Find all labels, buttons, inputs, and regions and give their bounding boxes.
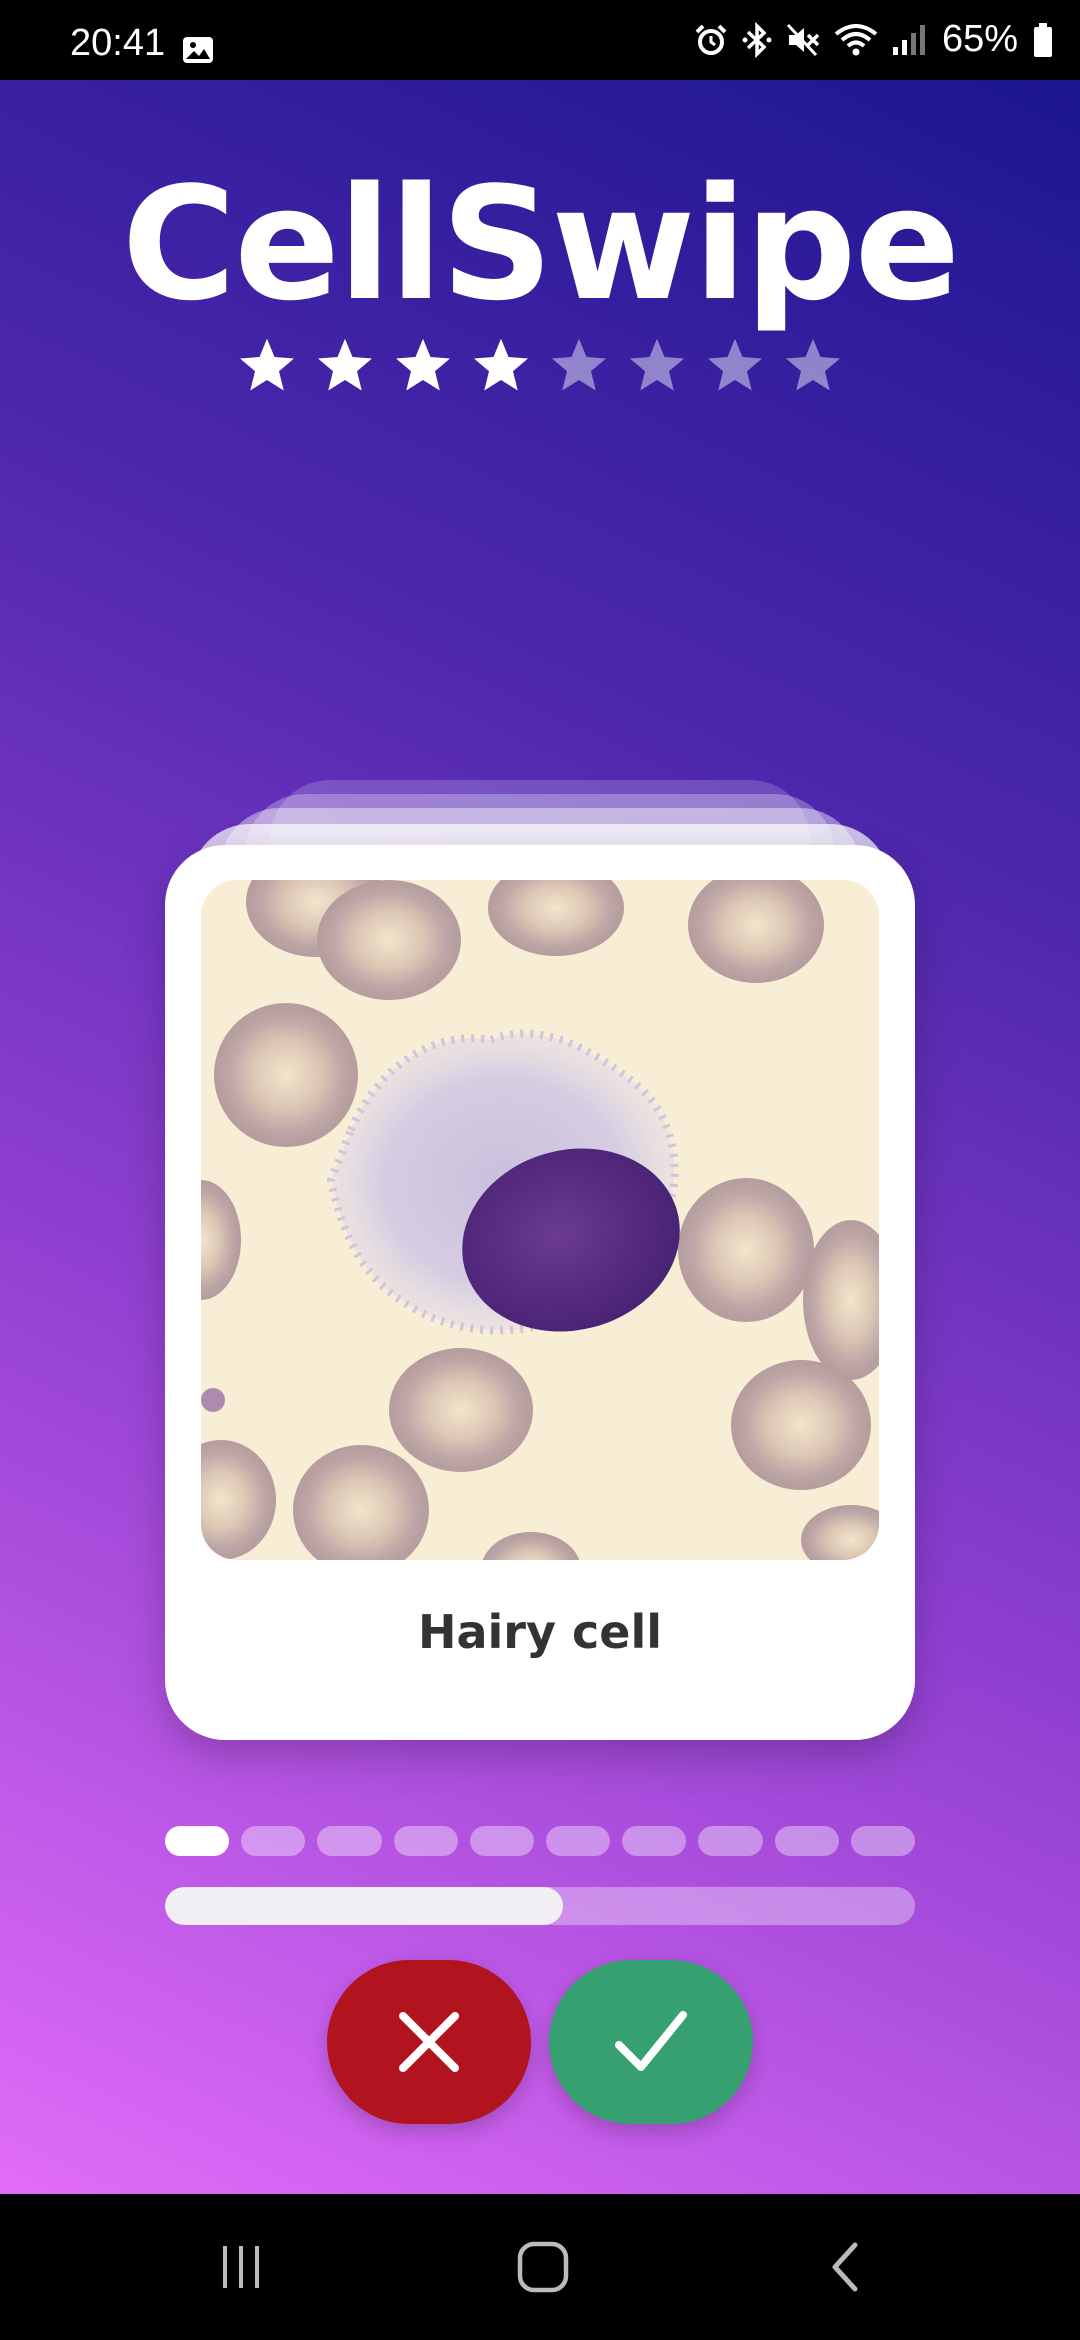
page-dot — [546, 1826, 611, 1856]
progress-bar — [165, 1887, 915, 1925]
page-dot — [317, 1826, 382, 1856]
star-icon — [318, 338, 372, 391]
star-outline-icon — [552, 338, 606, 391]
check-icon — [615, 2011, 687, 2071]
recents-button[interactable] — [181, 2194, 301, 2340]
page-dot — [165, 1826, 230, 1856]
wifi-icon — [834, 23, 878, 55]
cell-card[interactable]: Hairy cell — [165, 845, 915, 1740]
recents-icon — [223, 2246, 259, 2288]
star-icon — [240, 338, 294, 391]
page-dot — [469, 1826, 535, 1856]
card-stack: Hairy cell — [165, 700, 915, 1740]
cell-name: Hairy cell — [418, 1605, 662, 1659]
reject-button[interactable] — [327, 1960, 531, 2124]
page-dot — [622, 1826, 687, 1856]
home-icon — [517, 2241, 569, 2293]
status-time: 20:41 — [70, 22, 166, 64]
accept-button[interactable] — [549, 1960, 753, 2124]
star-icon — [396, 338, 450, 391]
app-screen: CellSwipe Hairy cell — [0, 80, 1080, 2194]
home-button[interactable] — [483, 2194, 603, 2340]
signal-icon — [892, 24, 925, 55]
page-dot — [241, 1826, 306, 1856]
page-dot — [850, 1826, 916, 1856]
star-outline-icon — [708, 338, 762, 391]
mute-icon — [786, 23, 820, 56]
rating-stars — [0, 335, 1080, 395]
progress-fill — [165, 1887, 563, 1925]
pagination-dots — [165, 1826, 916, 1856]
blood-smear-image — [201, 880, 879, 1560]
alarm-icon — [695, 24, 727, 55]
bluetooth-icon — [742, 21, 772, 58]
battery-percent: 65% — [941, 18, 1018, 60]
status-bar: 20:41 65% — [0, 0, 1080, 80]
back-icon — [832, 2242, 858, 2292]
page-dot — [774, 1826, 839, 1856]
page-dot — [393, 1826, 458, 1856]
star-outline-icon — [630, 338, 684, 391]
cell-image — [201, 880, 879, 1560]
battery-icon — [1034, 22, 1052, 57]
page-dot — [698, 1826, 763, 1856]
gallery-icon — [183, 37, 213, 63]
star-outline-icon — [786, 338, 840, 391]
navigation-bar — [0, 2194, 1080, 2340]
app-title: CellSwipe — [121, 153, 961, 335]
star-icon — [474, 338, 528, 391]
close-icon — [399, 2012, 459, 2072]
back-button[interactable] — [785, 2194, 905, 2340]
